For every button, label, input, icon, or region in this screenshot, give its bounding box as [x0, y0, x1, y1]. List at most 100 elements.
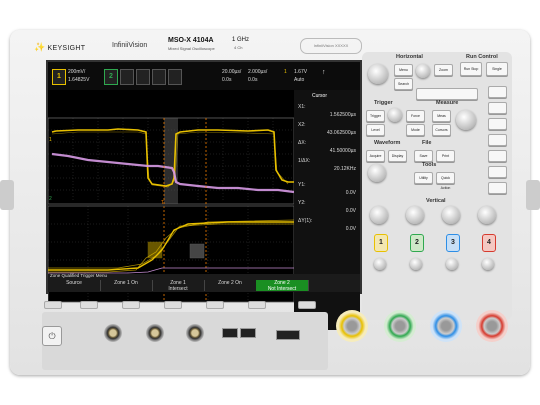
horizontal-position-knob[interactable]	[416, 64, 430, 78]
waveform-plot: 1 2 T	[48, 117, 294, 303]
ch1-scale: 200mV/	[68, 69, 86, 75]
cursor-title: Cursor	[312, 93, 328, 99]
ch2-position-knob[interactable]	[410, 258, 422, 270]
aux-jack-1[interactable]	[104, 324, 122, 342]
ch4-position-knob[interactable]	[482, 258, 494, 270]
waveform-title: Waveform	[374, 140, 401, 146]
zoom-button[interactable]: Zoom	[434, 64, 453, 76]
utility-button[interactable]: Utility	[414, 172, 433, 184]
ch2-indicator[interactable]: 2	[104, 69, 118, 85]
ch3-button[interactable]: 3	[446, 234, 460, 252]
cursor-side-panel: Cursor X1: 1.562500µs X2: 43.062500µs ΔX…	[294, 90, 360, 330]
search-button[interactable]: Search	[394, 78, 413, 90]
x2-label: X2:	[298, 122, 306, 128]
softkey-source[interactable]: Source	[48, 280, 101, 291]
ch2-button[interactable]: 2	[410, 234, 424, 252]
meas-button[interactable]: Meas	[432, 110, 451, 122]
cursors-button[interactable]: Cursors	[432, 124, 451, 136]
ch2-input-bnc[interactable]	[384, 310, 416, 342]
acquire-button[interactable]: Acquire	[366, 150, 385, 162]
zoom-delay: 0.0s	[248, 77, 258, 83]
softkey-zone2-on[interactable]: Zone 2 On	[204, 280, 257, 291]
usb-port-1[interactable]	[222, 328, 238, 338]
right-button-6[interactable]	[488, 166, 507, 178]
aux-jack-2[interactable]	[146, 324, 164, 342]
horizontal-scale-knob[interactable]	[368, 64, 388, 84]
softkey-button-4[interactable]	[206, 301, 224, 309]
trigger-edge-icon: ↑	[322, 69, 326, 76]
right-button-7[interactable]	[488, 182, 507, 194]
cursors-knob[interactable]	[456, 110, 476, 130]
channels-label: 4 Ch	[234, 45, 243, 50]
ch2-scale-knob[interactable]	[406, 206, 424, 224]
trigger-title: Trigger	[374, 100, 393, 106]
softkey-button-2[interactable]	[122, 301, 140, 309]
softkey-zone2-mode[interactable]: Zone 2 Not Intersect	[256, 280, 309, 292]
softkey-button-5[interactable]	[248, 301, 266, 309]
usb-port-2[interactable]	[240, 328, 256, 338]
ch3-input-bnc[interactable]	[430, 310, 462, 342]
save-button[interactable]: Save	[414, 150, 433, 162]
y1-label: Y1:	[298, 182, 306, 188]
ch4-scale-knob[interactable]	[478, 206, 496, 224]
softkey-button-6[interactable]	[298, 301, 316, 309]
ch2-ground-marker: 2	[49, 196, 52, 202]
usb-device-port[interactable]	[276, 330, 300, 340]
trigger-level-label[interactable]: Level	[366, 124, 385, 136]
inv-dx-label: 1/ΔX:	[298, 158, 311, 164]
right-button-1[interactable]	[488, 86, 507, 98]
run-stop-button[interactable]: Run Stop	[460, 62, 482, 76]
zoom-scale: 2.000µs/	[248, 69, 268, 75]
ch3-indicator[interactable]	[120, 69, 134, 85]
trigger-level-knob[interactable]	[388, 108, 402, 122]
ch4-indicator[interactable]	[136, 69, 150, 85]
entry-knob[interactable]	[368, 164, 386, 182]
softkey-menu: Zone Qualified Trigger Menu Source Zone …	[48, 273, 360, 292]
force-trigger-button[interactable]: Force	[406, 110, 425, 122]
softkey-zone1-on[interactable]: Zone 1 On	[100, 280, 153, 291]
dy-label: ΔY(1):	[298, 218, 313, 224]
navigate-buttons[interactable]	[416, 88, 478, 100]
right-button-3[interactable]	[488, 118, 507, 130]
display-button[interactable]: Display	[388, 150, 407, 162]
model-name: MSO-X 4104A	[168, 37, 214, 44]
trigger-channel: 1	[284, 69, 287, 75]
softkey-zone1-mode[interactable]: Zone 1 Intersect	[152, 280, 205, 292]
x2-value: 43.062500µs	[326, 130, 356, 136]
right-button-5[interactable]	[488, 150, 507, 162]
right-button-2[interactable]	[488, 102, 507, 114]
print-button[interactable]: Print	[436, 150, 455, 162]
softkey-button-3[interactable]	[164, 301, 182, 309]
digital-indicator[interactable]	[152, 69, 166, 85]
horizontal-menu-button[interactable]: Menu	[394, 64, 413, 76]
x1-value: 1.562500µs	[329, 112, 356, 118]
model-subtitle: Mixed Signal Oscilloscope	[168, 46, 215, 51]
right-button-4[interactable]	[488, 134, 507, 146]
bandwidth-label: 1 GHz	[232, 37, 250, 43]
vertical-title: Vertical	[426, 198, 446, 204]
math-indicator[interactable]	[168, 69, 182, 85]
ch3-scale-knob[interactable]	[442, 206, 460, 224]
trigger-menu-button[interactable]: Trigger	[366, 110, 385, 122]
time-delay: 0.0s	[222, 77, 232, 83]
ch3-position-knob[interactable]	[446, 258, 458, 270]
y1-value: 0.0V	[345, 190, 356, 196]
quick-action-button[interactable]: Quick Action	[436, 172, 455, 190]
ch1-position-knob[interactable]	[374, 258, 386, 270]
ch1-input-bnc[interactable]	[336, 310, 368, 342]
trigger-mode-button[interactable]: Mode	[406, 124, 425, 136]
file-title: File	[422, 140, 432, 146]
ch1-button[interactable]: 1	[374, 234, 388, 252]
zoom-region	[164, 118, 178, 204]
single-button[interactable]: Single	[486, 62, 508, 76]
power-button[interactable]: ⏻	[42, 326, 62, 346]
back-button[interactable]	[44, 301, 62, 309]
time-scale: 20.00µs/	[222, 69, 242, 75]
ch4-input-bnc[interactable]	[476, 310, 508, 342]
ch1-scale-knob[interactable]	[370, 206, 388, 224]
ch4-button[interactable]: 4	[482, 234, 496, 252]
aux-jack-3[interactable]	[186, 324, 204, 342]
brand-logo: ✨ KEYSIGHT	[34, 42, 86, 52]
softkey-button-1[interactable]	[80, 301, 98, 309]
ch1-indicator[interactable]: 1	[52, 69, 66, 85]
